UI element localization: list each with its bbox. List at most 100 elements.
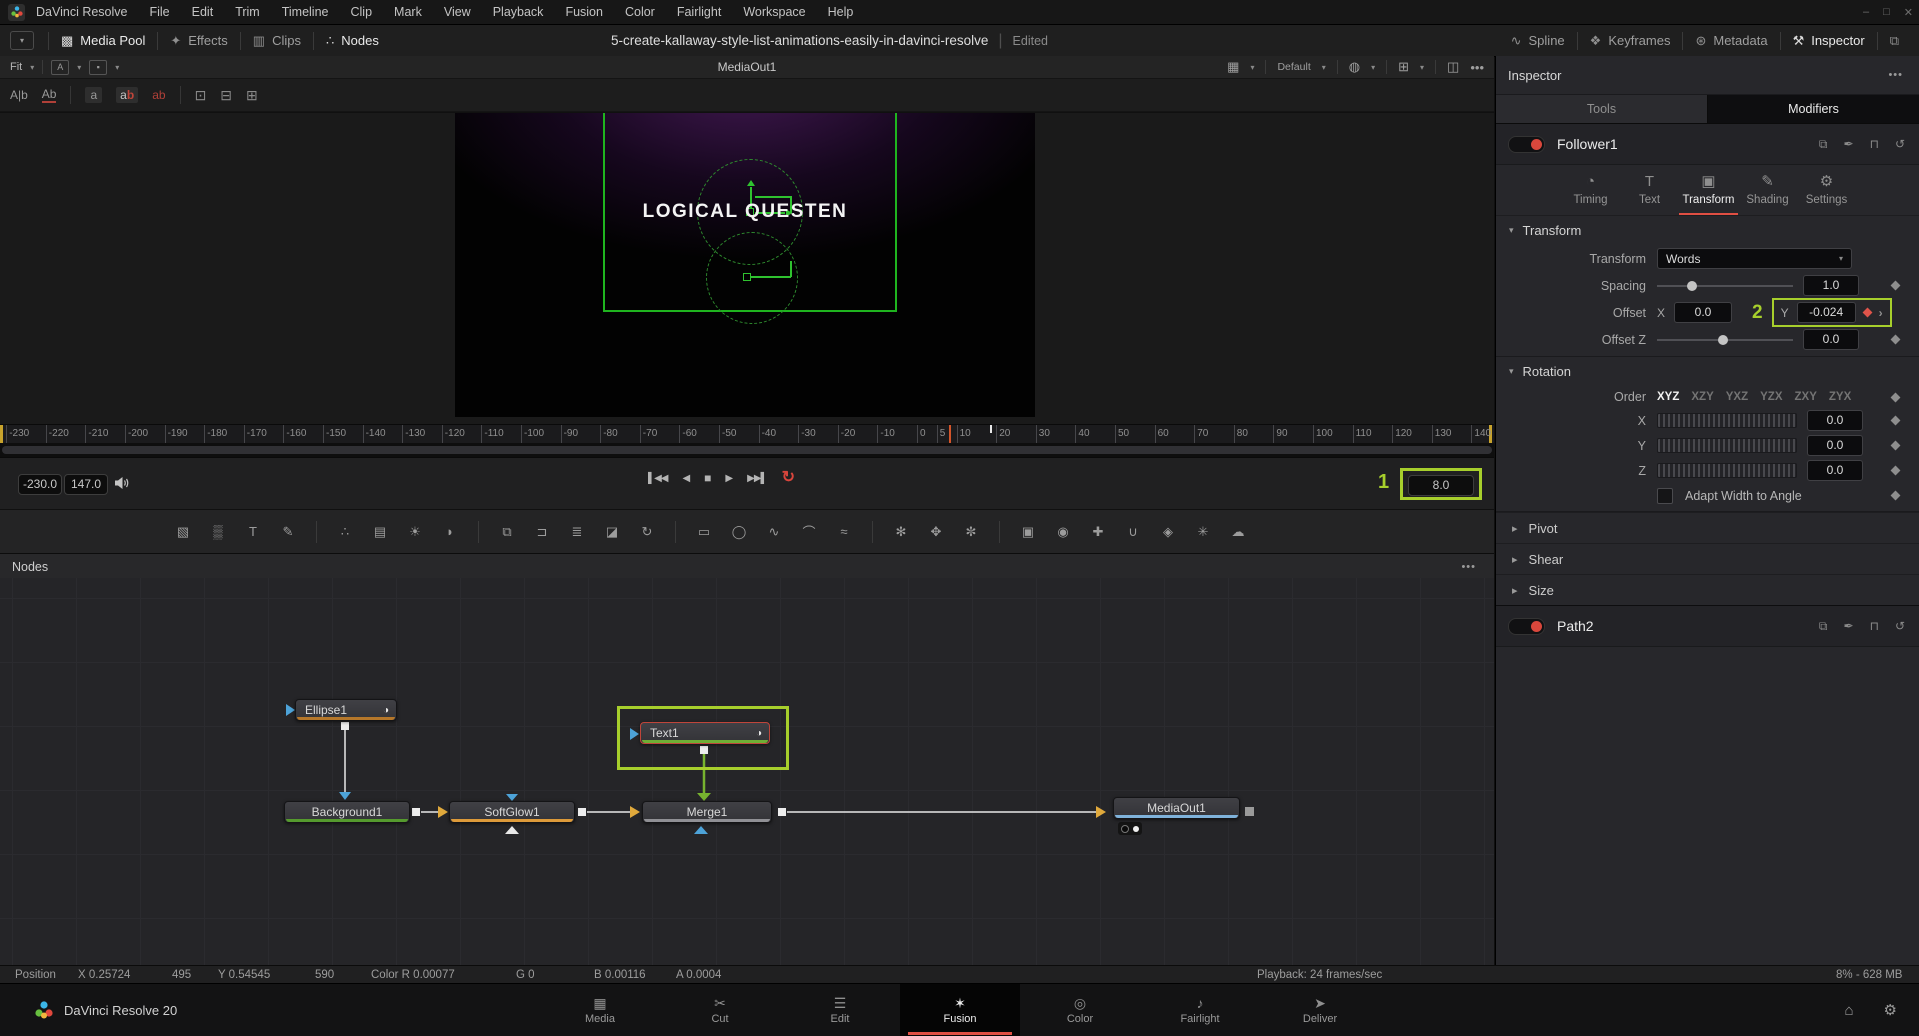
order-zyx[interactable]: ZYX — [1829, 391, 1851, 403]
page-deliver[interactable]: ➤Deliver — [1260, 984, 1380, 1036]
keyframe-diamond-icon[interactable] — [1891, 491, 1901, 501]
paint-tool-icon[interactable]: ✎ — [275, 520, 301, 544]
subtab-timing[interactable]: ◔Timing — [1561, 165, 1620, 215]
gear-icon[interactable]: ⚙ — [1884, 1001, 1897, 1019]
subtab-shading[interactable]: ✎Shading — [1738, 165, 1797, 215]
menu-playback[interactable]: Playback — [482, 0, 555, 24]
viewer-grid-icon[interactable]: ⊞ — [1398, 59, 1409, 75]
viewer-options-icon[interactable]: ••• — [1470, 60, 1484, 75]
rectangle-mask-tool-icon[interactable]: ▭ — [691, 520, 717, 544]
offset-x-field[interactable]: 0.0 — [1674, 302, 1732, 323]
render-range-start-marker[interactable] — [0, 425, 3, 443]
node-mediaout1[interactable]: MediaOut1 — [1113, 797, 1240, 819]
menu-davinci-resolve[interactable]: DaVinci Resolve — [25, 0, 138, 24]
rotation-x-field[interactable]: 0.0 — [1807, 410, 1863, 431]
spacing-field[interactable]: 1.0 — [1803, 275, 1859, 296]
lock-icon[interactable]: ⊓ — [1870, 137, 1879, 152]
menu-color[interactable]: Color — [614, 0, 666, 24]
copy-icon[interactable]: ⧉ — [1819, 619, 1828, 634]
blur-tool-icon[interactable]: ∴ — [332, 520, 358, 544]
rotation-z-thumbwheel[interactable] — [1657, 463, 1797, 478]
cloud-3d-tool-icon[interactable]: ☁ — [1225, 520, 1251, 544]
gizmo-center-handle[interactable] — [743, 273, 751, 281]
metadata-button[interactable]: ⊛ Metadata — [1683, 25, 1779, 56]
viewer-canvas[interactable]: LOGICAL QUESTEN — [0, 113, 1494, 424]
reset-icon[interactable]: ↺ — [1895, 137, 1905, 152]
loop-button[interactable]: ↻ — [782, 470, 795, 486]
transform-section-header[interactable]: ▾ Transform — [1496, 216, 1919, 245]
viewer2-dot[interactable] — [1133, 826, 1139, 832]
follower1-enable-toggle[interactable] — [1508, 136, 1545, 153]
pin-icon[interactable]: ✒ — [1844, 137, 1854, 152]
roi-select-icon[interactable]: ▪ — [89, 60, 107, 75]
range-end-field[interactable]: 147.0 — [64, 474, 108, 495]
offset-z-field[interactable]: 0.0 — [1803, 329, 1859, 350]
zoom-select[interactable]: Fit — [10, 61, 22, 73]
maximize-button[interactable]: □ — [1883, 6, 1890, 18]
motion-path-circle-bottom[interactable] — [706, 232, 798, 324]
order-yxz[interactable]: YXZ — [1726, 391, 1748, 403]
stop-button[interactable]: ■ — [704, 471, 710, 485]
keyframe-diamond-icon[interactable] — [1891, 441, 1901, 451]
close-button[interactable]: ✕ — [1904, 6, 1913, 19]
adapt-width-checkbox[interactable] — [1657, 488, 1673, 504]
keyframe-diamond-icon[interactable] — [1891, 416, 1901, 426]
hue-curves-tool-icon[interactable]: ◗ — [437, 520, 463, 544]
rotation-x-thumbwheel[interactable] — [1657, 413, 1797, 428]
spotlight-3d-tool-icon[interactable]: ✚ — [1085, 520, 1111, 544]
menu-timeline[interactable]: Timeline — [271, 0, 340, 24]
keyframes-button[interactable]: ❖ Keyframes — [1578, 25, 1683, 56]
lock-icon[interactable]: ⊓ — [1870, 619, 1879, 634]
keyframe-diamond-icon[interactable] — [1891, 392, 1901, 402]
speaker-icon[interactable] — [114, 476, 130, 495]
reset-icon[interactable]: ↺ — [1895, 619, 1905, 634]
shape-3d-tool-icon[interactable]: ◉ — [1050, 520, 1076, 544]
subtab-transform[interactable]: ▣Transform — [1679, 165, 1738, 215]
timeline-scrollbar[interactable] — [0, 443, 1494, 457]
viewer-split-icon[interactable]: ◫ — [1447, 59, 1459, 75]
rotation-section-header[interactable]: ▾ Rotation — [1496, 357, 1919, 386]
timeline-ruler[interactable]: -230-220-210-200-190-180-170-160-150-140… — [0, 424, 1494, 443]
order-yzx[interactable]: YZX — [1760, 391, 1782, 403]
renderer-3d-tool-icon[interactable]: ✳ — [1190, 520, 1216, 544]
menu-edit[interactable]: Edit — [181, 0, 225, 24]
color-gain-tool-icon[interactable]: ◪ — [599, 520, 625, 544]
expand-arrow-icon[interactable]: › — [1879, 306, 1883, 320]
menu-file[interactable]: File — [138, 0, 180, 24]
line-level[interactable]: ab — [152, 88, 165, 102]
matte-control-tool-icon[interactable]: ⊐ — [529, 520, 555, 544]
follower-node-2[interactable]: ⊟ — [220, 87, 232, 104]
go-to-end-button[interactable]: ▶▶▌ — [747, 473, 766, 484]
merge-tool-icon[interactable]: ⧉ — [494, 520, 520, 544]
effects-button[interactable]: ✦ Effects — [158, 25, 239, 56]
current-frame-field[interactable]: 8.0 — [1408, 475, 1474, 496]
page-cut[interactable]: ✂Cut — [660, 984, 780, 1036]
channel-select-icon[interactable]: A — [51, 60, 69, 75]
keyframe-diamond-active-icon[interactable] — [1862, 308, 1872, 318]
path2-enable-toggle[interactable] — [1508, 618, 1545, 635]
spacing-slider[interactable] — [1657, 275, 1793, 296]
path2-header[interactable]: Path2 ⧉✒⊓↺ — [1496, 605, 1919, 647]
playhead[interactable] — [949, 425, 951, 443]
viewer-layout-select[interactable]: Default — [1277, 61, 1310, 73]
subtab-settings[interactable]: ⚙Settings — [1797, 165, 1856, 215]
magic-mask-tool-icon[interactable]: ≈ — [831, 520, 857, 544]
copy-icon[interactable]: ⧉ — [1819, 137, 1828, 152]
subtab-text[interactable]: TText — [1620, 165, 1679, 215]
image-plane-3d-tool-icon[interactable]: ▣ — [1015, 520, 1041, 544]
follower-node-3[interactable]: ⊞ — [246, 87, 258, 104]
viewer-gamut-icon[interactable]: ◍ — [1349, 59, 1360, 75]
follower1-header[interactable]: Follower1 ⧉✒⊓↺ — [1496, 124, 1919, 165]
char-level[interactable]: a — [85, 87, 102, 103]
page-color[interactable]: ◎Color — [1020, 984, 1140, 1036]
page-edit[interactable]: ☰Edit — [780, 984, 900, 1036]
particle-merge-tool-icon[interactable]: ✥ — [923, 520, 949, 544]
media-pool-expand-icon[interactable]: ▾ — [10, 31, 34, 50]
bender-3d-tool-icon[interactable]: ∪ — [1120, 520, 1146, 544]
panel-layout-button[interactable]: ⧉ — [1878, 25, 1911, 56]
page-fusion[interactable]: ✶Fusion — [900, 984, 1020, 1036]
bspline-mask-tool-icon[interactable]: ⌒ — [796, 520, 822, 544]
particle-emitter-tool-icon[interactable]: ✻ — [888, 520, 914, 544]
rotation-y-field[interactable]: 0.0 — [1807, 435, 1863, 456]
step-back-button[interactable]: ◀ — [682, 473, 689, 484]
